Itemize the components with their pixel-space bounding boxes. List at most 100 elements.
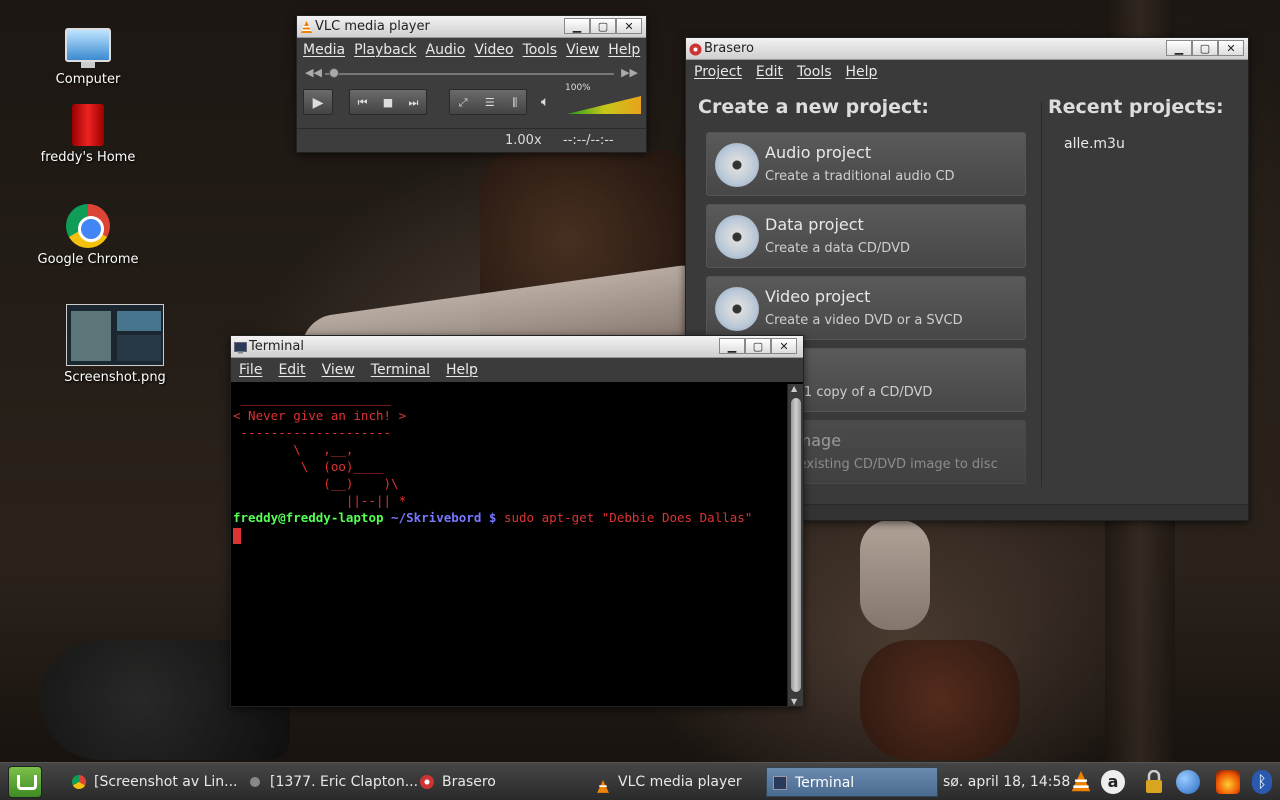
desktop-icon-chrome[interactable]: Google Chrome	[28, 204, 148, 267]
network-icon[interactable]	[1176, 770, 1200, 794]
create-project-heading: Create a new project:	[698, 96, 929, 118]
taskbar-item-chrome[interactable]: [Screenshot av Lin...	[66, 767, 242, 797]
menu-media[interactable]: Media	[303, 42, 345, 58]
desktop-icon-computer[interactable]: Computer	[28, 28, 148, 87]
menu-video[interactable]: Video	[474, 42, 513, 58]
desktop-icon-home[interactable]: freddy's Home	[28, 104, 148, 165]
data-project-button[interactable]: Data project Create a data CD/DVD	[706, 204, 1026, 268]
terminal-line: ||--|| *	[233, 493, 407, 508]
close-button[interactable]: ✕	[616, 18, 642, 34]
menu-edit[interactable]: Edit	[278, 362, 305, 378]
vlc-cone-icon	[300, 20, 313, 33]
menu-tools[interactable]: Tools	[797, 64, 832, 80]
menu-terminal[interactable]: Terminal	[371, 362, 430, 378]
menu-project[interactable]: Project	[694, 64, 742, 80]
brasero-menubar: Project Edit Tools Help	[686, 60, 1248, 84]
menu-help[interactable]: Help	[608, 42, 640, 58]
taskbar-item-label: Brasero	[442, 774, 496, 790]
volume-slider[interactable]	[567, 96, 641, 114]
vlc-controls: ▶ ⏮ ■ ⏭ ⤢ ☰ ⫼ 🔈︎ 100%	[303, 83, 641, 122]
desktop-icon-label: Screenshot.png	[64, 370, 166, 385]
vlc-titlebar[interactable]: VLC media player ▁ ▢ ✕	[297, 16, 646, 38]
audio-project-button[interactable]: Audio project Create a traditional audio…	[706, 132, 1026, 196]
taskbar-item-music[interactable]: [1377. Eric Clapton...	[242, 767, 418, 797]
menu-help[interactable]: Help	[446, 362, 478, 378]
video-project-button[interactable]: Video project Create a video DVD or a SV…	[706, 276, 1026, 340]
terminal-line: ____________________	[233, 391, 392, 406]
minimize-button[interactable]: ▁	[564, 18, 590, 34]
terminal-line: < Never give an inch! >	[233, 408, 407, 423]
view-group: ⤢ ☰ ⫼	[449, 89, 527, 115]
vlc-tray-icon[interactable]	[1070, 770, 1094, 794]
mint-menu-button[interactable]	[8, 766, 42, 798]
project-description: Create a traditional audio CD	[765, 169, 955, 184]
taskbar-item-label: [1377. Eric Clapton...	[270, 774, 419, 790]
minimize-button[interactable]: ▁	[1166, 40, 1192, 56]
fullscreen-icon[interactable]: ⤢	[459, 90, 468, 114]
vlc-menubar: Media Playback Audio Video Tools View He…	[297, 38, 646, 62]
menu-help[interactable]: Help	[846, 64, 878, 80]
fire-applet-icon[interactable]	[1216, 770, 1240, 794]
maximize-button[interactable]: ▢	[1192, 40, 1218, 56]
terminal-output[interactable]: ____________________ < Never give an inch…	[231, 384, 787, 706]
terminal-icon	[773, 776, 787, 790]
taskbar-item-brasero[interactable]: Brasero	[414, 767, 586, 797]
playback-speed[interactable]: 1.00x	[505, 133, 542, 148]
prompt-path: ~/Skrivebord $	[391, 510, 497, 525]
recent-project-item[interactable]: alle.m3u	[1064, 136, 1125, 152]
seek-bar[interactable]: ◀◀ ▶▶	[303, 64, 640, 84]
close-button[interactable]: ✕	[1218, 40, 1244, 56]
audio-cd-icon	[715, 143, 759, 187]
terminal-line: \ (oo)____	[233, 459, 384, 474]
menu-edit[interactable]: Edit	[756, 64, 783, 80]
stop-icon[interactable]: ■	[383, 90, 393, 114]
terminal-titlebar[interactable]: Terminal ▁ ▢ ✕	[231, 336, 803, 358]
window-title: VLC media player	[315, 19, 430, 34]
maximize-button[interactable]: ▢	[590, 18, 616, 34]
playlist-icon[interactable]: ☰	[485, 90, 495, 114]
menu-playback[interactable]: Playback	[354, 42, 416, 58]
taskbar-item-vlc[interactable]: VLC media player	[590, 767, 762, 797]
window-title: Terminal	[249, 339, 304, 354]
brasero-icon	[689, 42, 702, 56]
desktop-icon-label: freddy's Home	[40, 150, 136, 165]
terminal-scrollbar[interactable]: ▲ ▼	[787, 384, 803, 706]
computer-icon	[65, 28, 111, 68]
clock[interactable]: sø. april 18, 14:58	[943, 763, 1070, 800]
taskbar-item-terminal[interactable]: Terminal	[766, 767, 938, 797]
divider	[1041, 102, 1042, 487]
fast-forward-icon[interactable]: ▶▶	[621, 66, 638, 79]
vlc-statusbar: 1.00x --:--/--:--	[297, 128, 646, 152]
previous-icon[interactable]: ⏮	[358, 90, 368, 114]
music-player-icon	[250, 777, 260, 787]
menu-audio[interactable]: Audio	[426, 42, 466, 58]
menu-view[interactable]: View	[566, 42, 599, 58]
play-button[interactable]: ▶	[303, 89, 333, 115]
menu-view[interactable]: View	[322, 362, 355, 378]
command-text: sudo apt-get "Debbie Does Dallas"	[503, 510, 753, 525]
vlc-cone-icon	[596, 775, 610, 793]
maximize-button[interactable]: ▢	[745, 338, 771, 354]
brasero-titlebar[interactable]: Brasero ▁ ▢ ✕	[686, 38, 1248, 60]
seek-handle[interactable]	[329, 68, 339, 78]
terminal-line: (__) )\	[233, 476, 399, 491]
equalizer-icon[interactable]: ⫼	[512, 90, 517, 114]
data-disc-icon	[715, 215, 759, 259]
scroll-up-icon[interactable]: ▲	[791, 384, 797, 393]
speaker-icon[interactable]: 🔈︎	[541, 94, 549, 110]
desktop-icon-screenshot[interactable]: Screenshot.png	[55, 304, 175, 385]
scrollbar-thumb[interactable]	[791, 398, 801, 692]
update-manager-icon[interactable]: a	[1101, 770, 1125, 794]
scroll-down-icon[interactable]: ▼	[791, 697, 797, 706]
time-display[interactable]: --:--/--:--	[563, 133, 614, 148]
next-icon[interactable]: ⏭	[408, 90, 418, 114]
rewind-icon[interactable]: ◀◀	[305, 66, 322, 79]
menu-tools[interactable]: Tools	[523, 42, 558, 58]
menu-file[interactable]: File	[239, 362, 262, 378]
close-button[interactable]: ✕	[771, 338, 797, 354]
bluetooth-icon[interactable]: ᛒ	[1252, 770, 1272, 794]
minimize-button[interactable]: ▁	[719, 338, 745, 354]
taskbar-item-label: VLC media player	[618, 774, 742, 790]
terminal-menubar: File Edit View Terminal Help	[231, 358, 803, 382]
lock-icon[interactable]	[1142, 769, 1166, 794]
